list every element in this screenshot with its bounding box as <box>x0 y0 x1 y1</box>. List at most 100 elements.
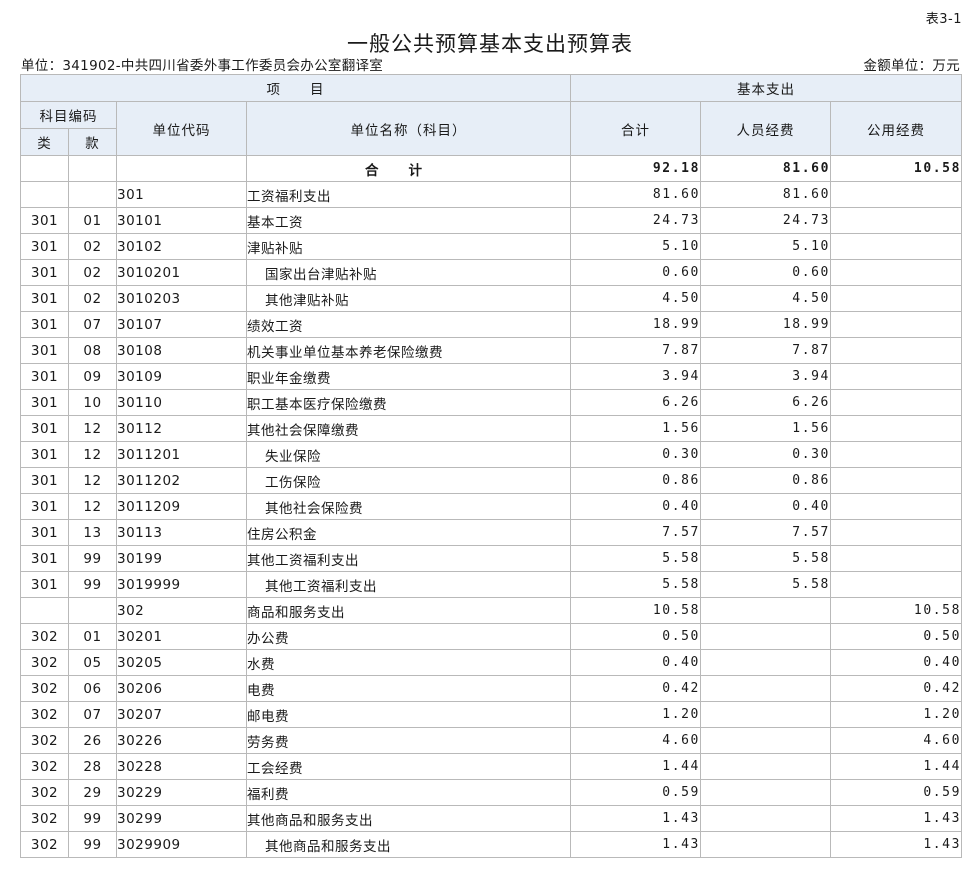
public-cell: 1.44 <box>829 753 963 780</box>
kuan-cell: 01 <box>68 207 117 234</box>
budget-page: 表3-1 一般公共预算基本支出预算表 单位：341902-中共四川省委外事工作委… <box>0 0 980 870</box>
unit-code-cell: 301 <box>116 181 247 208</box>
personnel-cell: 4.50 <box>700 285 831 312</box>
table-row: 301 12 3011202 工伤保险 0.86 0.86 <box>20 467 963 494</box>
lei-cell: 301 <box>20 493 69 520</box>
unit-name-cell: 机关事业单位基本养老保险缴费 <box>246 337 571 364</box>
table-row: 302 99 3029909 其他商品和服务支出 1.43 1.43 <box>20 831 963 858</box>
total-cell: 0.42 <box>570 675 701 702</box>
personnel-cell <box>700 753 831 780</box>
total-cell: 7.57 <box>570 519 701 546</box>
kuan-cell: 13 <box>68 519 117 546</box>
total-cell: 81.60 <box>570 181 701 208</box>
personnel-cell: 7.87 <box>700 337 831 364</box>
kuan-cell: 28 <box>68 753 117 780</box>
unit-name-cell: 邮电费 <box>246 701 571 728</box>
public-cell <box>829 259 963 286</box>
unit-name-cell: 津贴补贴 <box>246 233 571 260</box>
unit-name-cell: 办公费 <box>246 623 571 650</box>
unit-code-cell: 3019999 <box>116 571 247 598</box>
unit-name-cell: 其他工资福利支出 <box>246 545 571 572</box>
total-kuan-cell <box>68 155 117 182</box>
header-unit-name: 单位名称（科目） <box>246 101 571 156</box>
public-cell <box>829 467 963 494</box>
total-cell: 5.58 <box>570 571 701 598</box>
table-row: 301 02 30102 津贴补贴 5.10 5.10 <box>20 233 963 260</box>
personnel-cell <box>700 727 831 754</box>
unit-name-cell: 福利费 <box>246 779 571 806</box>
kuan-cell: 10 <box>68 389 117 416</box>
personnel-cell <box>700 675 831 702</box>
kuan-cell: 07 <box>68 311 117 338</box>
total-personnel: 81.60 <box>700 155 831 182</box>
unit-code-cell: 30206 <box>116 675 247 702</box>
kuan-cell: 06 <box>68 675 117 702</box>
total-public: 10.58 <box>829 155 963 182</box>
unit-code-cell: 30228 <box>116 753 247 780</box>
unit-code-cell: 30199 <box>116 545 247 572</box>
total-amount: 92.18 <box>570 155 701 182</box>
unit-code-cell: 30207 <box>116 701 247 728</box>
lei-cell: 302 <box>20 831 69 858</box>
public-cell <box>829 571 963 598</box>
total-cell: 3.94 <box>570 363 701 390</box>
table-body: 合计 92.18 81.60 10.58 301 工资福利支出 81.60 81.60… <box>20 155 963 858</box>
public-cell <box>829 311 963 338</box>
kuan-cell <box>68 597 117 624</box>
public-cell <box>829 441 963 468</box>
table-row: 301 01 30101 基本工资 24.73 24.73 <box>20 207 963 234</box>
kuan-cell: 12 <box>68 467 117 494</box>
public-cell <box>829 389 963 416</box>
total-cell: 1.43 <box>570 805 701 832</box>
table-header: 项 目 基本支出 科目编码 单位代码 单位名称（科目） 合计 人员经费 公用经费… <box>20 74 963 156</box>
table-row: 301 工资福利支出 81.60 81.60 <box>20 181 963 208</box>
personnel-cell <box>700 805 831 832</box>
table-row: 301 08 30108 机关事业单位基本养老保险缴费 7.87 7.87 <box>20 337 963 364</box>
unit-code-cell: 3010201 <box>116 259 247 286</box>
table-row: 301 07 30107 绩效工资 18.99 18.99 <box>20 311 963 338</box>
header-project: 项 目 <box>20 74 571 102</box>
unit-name-cell: 工会经费 <box>246 753 571 780</box>
unit-name-cell: 住房公积金 <box>246 519 571 546</box>
lei-cell: 301 <box>20 337 69 364</box>
personnel-cell: 1.56 <box>700 415 831 442</box>
kuan-cell <box>68 181 117 208</box>
personnel-cell: 3.94 <box>700 363 831 390</box>
personnel-cell: 0.40 <box>700 493 831 520</box>
header-basic-expense: 基本支出 <box>569 74 963 102</box>
unit-name-cell: 其他商品和服务支出 <box>246 805 571 832</box>
table-number: 表3-1 <box>925 12 962 27</box>
lei-cell: 301 <box>20 363 69 390</box>
unit-code-cell: 30107 <box>116 311 247 338</box>
lei-cell: 301 <box>20 233 69 260</box>
total-label: 合计 <box>246 155 571 182</box>
unit-name-cell: 其他社会保障缴费 <box>246 415 571 442</box>
amount-unit-label: 金额单位：万元 <box>863 58 960 74</box>
lei-cell: 301 <box>20 519 69 546</box>
total-cell: 0.40 <box>570 493 701 520</box>
kuan-cell: 09 <box>68 363 117 390</box>
total-cell: 0.60 <box>570 259 701 286</box>
kuan-cell: 12 <box>68 441 117 468</box>
public-cell <box>829 285 963 312</box>
kuan-cell: 02 <box>68 233 117 260</box>
header-unit-code: 单位代码 <box>116 101 247 156</box>
unit-name-cell: 国家出台津贴补贴 <box>246 259 571 286</box>
unit-name-cell: 职业年金缴费 <box>246 363 571 390</box>
unit-code-cell: 30101 <box>116 207 247 234</box>
table-row: 302 06 30206 电费 0.42 0.42 <box>20 675 963 702</box>
unit-code-cell: 302 <box>116 597 247 624</box>
table-row: 302 05 30205 水费 0.40 0.40 <box>20 649 963 676</box>
unit-code-cell: 30109 <box>116 363 247 390</box>
personnel-cell: 5.10 <box>700 233 831 260</box>
table-row: 302 28 30228 工会经费 1.44 1.44 <box>20 753 963 780</box>
personnel-cell: 5.58 <box>700 545 831 572</box>
lei-cell: 302 <box>20 727 69 754</box>
personnel-cell: 24.73 <box>700 207 831 234</box>
personnel-cell: 7.57 <box>700 519 831 546</box>
lei-cell: 302 <box>20 623 69 650</box>
personnel-cell <box>700 623 831 650</box>
total-cell: 1.44 <box>570 753 701 780</box>
kuan-cell: 02 <box>68 259 117 286</box>
kuan-cell: 26 <box>68 727 117 754</box>
